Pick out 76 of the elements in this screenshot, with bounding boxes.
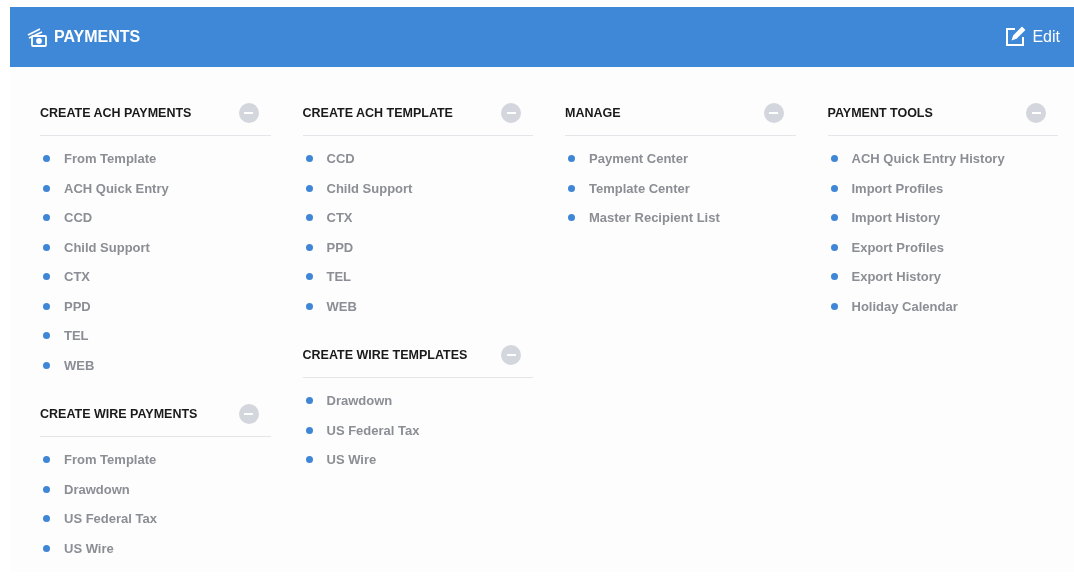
bullet-icon [43,243,50,251]
menu-link[interactable]: TEL [326,267,352,287]
menu-link[interactable]: Import Profiles [851,178,944,198]
bullet-icon [43,273,50,281]
bullet-icon [43,332,50,340]
bullet-icon [568,184,575,192]
collapse-button[interactable] [238,103,259,123]
bullet-icon [830,214,838,222]
bullet-icon [305,243,313,251]
collapse-button[interactable] [238,404,259,424]
section-title: CREATE WIRE TEMPLATES [302,346,468,364]
section-title: MANAGE [565,104,621,122]
menu-link[interactable]: From Template [64,149,157,169]
menu-link[interactable]: Child Support [326,178,413,198]
bullet-icon [305,397,313,405]
collapse-button[interactable] [763,103,784,123]
bullet-icon [830,273,838,281]
bullet-icon [43,155,50,163]
bullet-icon [305,456,313,464]
menu-link[interactable]: From Template [64,450,157,470]
menu-link[interactable]: Payment Center [589,149,688,169]
bullet-icon [830,243,838,251]
menu-link[interactable]: CCD [64,208,93,228]
bullet-icon [43,456,50,464]
section-title: CREATE ACH PAYMENTS [40,104,192,122]
menu-link[interactable]: CTX [64,267,90,287]
menu-link[interactable]: PPD [64,296,91,316]
menu-link[interactable]: ACH Quick Entry [64,178,169,198]
menu-link[interactable]: PPD [326,237,354,257]
collapse-button[interactable] [1026,103,1046,123]
menu-link[interactable]: ACH Quick Entry History [851,149,1005,169]
bullet-icon [830,155,838,163]
menu-link[interactable]: WEB [326,296,357,316]
page-title: PAYMENTS [54,27,141,47]
menu-link[interactable]: US Federal Tax [64,509,157,529]
bullet-icon [305,426,313,434]
bullet-icon [830,302,838,310]
menu-link[interactable]: Holiday Calendar [851,296,958,316]
collapse-button[interactable] [501,103,521,123]
menu-link[interactable]: Drawdown [64,479,130,499]
menu-link[interactable]: Template Center [589,178,690,198]
bullet-icon [305,302,313,310]
edit-icon [1004,26,1027,48]
menu-link[interactable]: CTX [326,208,353,228]
bullet-icon [43,214,50,222]
menu-link[interactable]: WEB [64,355,95,375]
bullet-icon [43,302,50,310]
bullet-icon [43,485,50,493]
menu-link[interactable]: US Federal Tax [326,420,420,440]
bullet-icon [305,155,313,163]
bullet-icon [568,214,575,222]
menu-link[interactable]: Export Profiles [851,237,944,257]
menu-link[interactable]: CCD [326,149,355,169]
bullet-icon [43,184,50,192]
menu-link[interactable]: TEL [64,326,89,346]
bullet-icon [830,184,838,192]
menu-link[interactable]: Master Recipient List [589,208,720,228]
menu-link[interactable]: Child Support [64,237,150,257]
menu-link[interactable]: Drawdown [326,391,393,411]
menu-link[interactable]: Import History [851,208,941,228]
section-title: CREATE ACH TEMPLATE [302,104,453,122]
bullet-icon [43,361,50,369]
bullet-icon [305,273,313,281]
menu-link[interactable]: US Wire [326,450,377,470]
section-title: PAYMENT TOOLS [827,104,933,122]
edit-button[interactable]: Edit [1004,25,1060,49]
payment-cards-icon [26,26,48,48]
collapse-button[interactable] [501,345,521,365]
section-title: CREATE WIRE PAYMENTS [40,405,198,423]
bullet-icon [305,184,313,192]
bullet-icon [43,544,50,552]
bullet-icon [568,155,575,163]
bullet-icon [305,214,313,222]
menu-link[interactable]: US Wire [64,538,114,558]
bullet-icon [43,515,50,523]
menu-link[interactable]: Export History [851,267,942,287]
